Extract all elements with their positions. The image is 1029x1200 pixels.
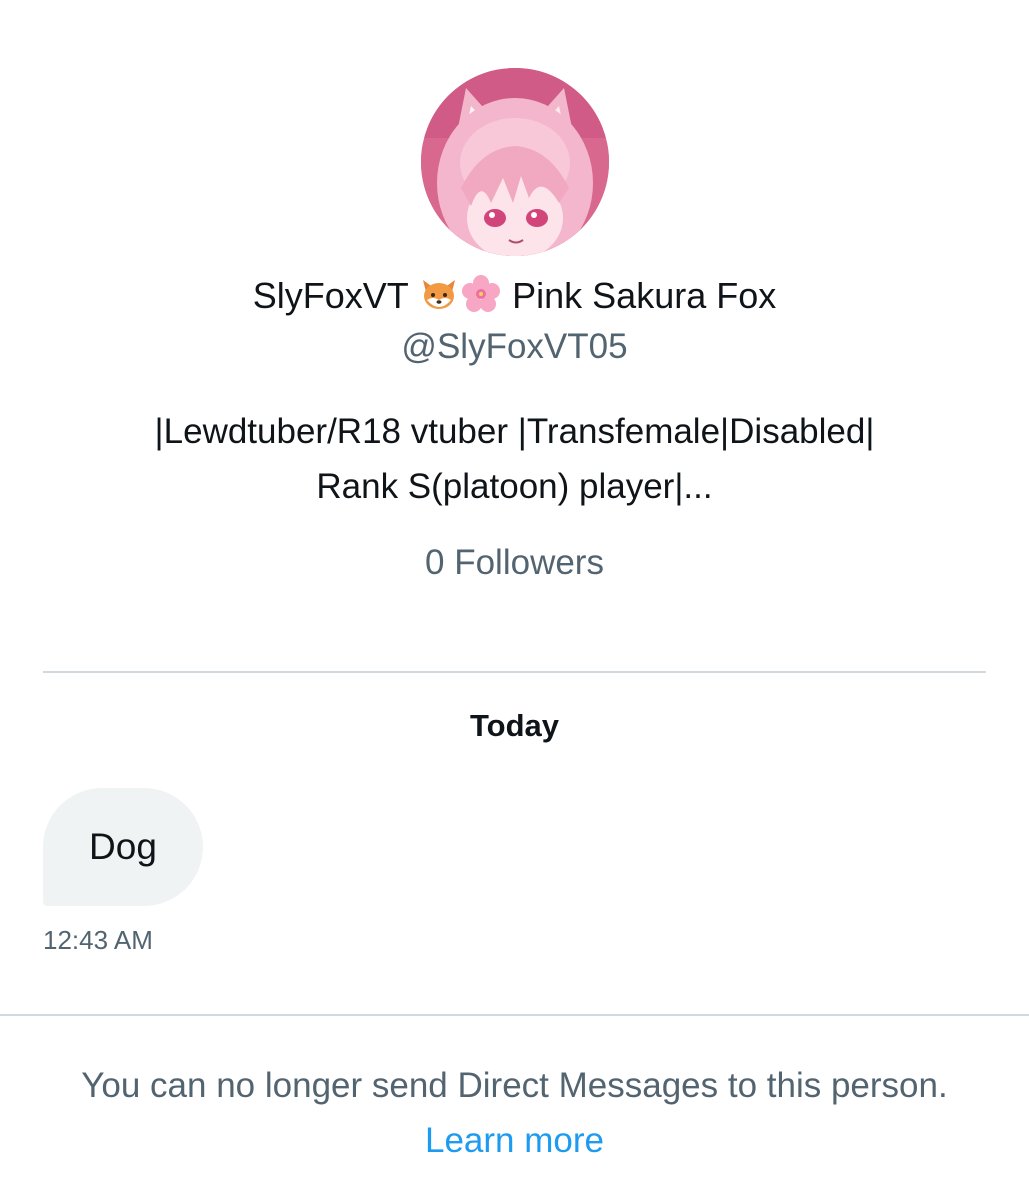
profile-bio: |Lewdtuber/R18 vtuber |Transfemale|Disab… <box>60 404 969 514</box>
message-bubble[interactable]: Dog <box>43 788 203 906</box>
notice-text: You can no longer send Direct Messages t… <box>81 1066 948 1105</box>
fox-face-emoji-icon <box>423 280 456 309</box>
followers-count[interactable]: 0 Followers <box>0 540 1029 586</box>
learn-more-link[interactable]: Learn more <box>425 1121 604 1160</box>
bio-line: |Lewdtuber/R18 vtuber |Transfemale|Disab… <box>154 412 875 451</box>
divider <box>43 671 986 673</box>
display-name-text: SlyFoxVT <box>252 275 409 316</box>
avatar-image <box>421 68 609 256</box>
bio-line: Rank S(platoon) player|... <box>316 467 713 506</box>
date-separator: Today <box>470 708 559 743</box>
display-name: SlyFoxVT Pink Sakura Fox <box>0 272 1029 320</box>
avatar[interactable] <box>421 68 609 256</box>
dm-conversation-page: SlyFoxVT Pink Sakura Fox @SlyFoxVT05 |Le… <box>0 0 1029 1200</box>
dm-disabled-notice: You can no longer send Direct Messages t… <box>60 1058 969 1168</box>
profile-handle[interactable]: @SlyFoxVT05 <box>0 324 1029 370</box>
message-timestamp: 12:43 AM <box>43 925 153 955</box>
divider <box>0 1014 1029 1016</box>
display-name-suffix: Pink Sakura Fox <box>512 275 777 316</box>
cherry-blossom-emoji-icon <box>462 275 501 312</box>
